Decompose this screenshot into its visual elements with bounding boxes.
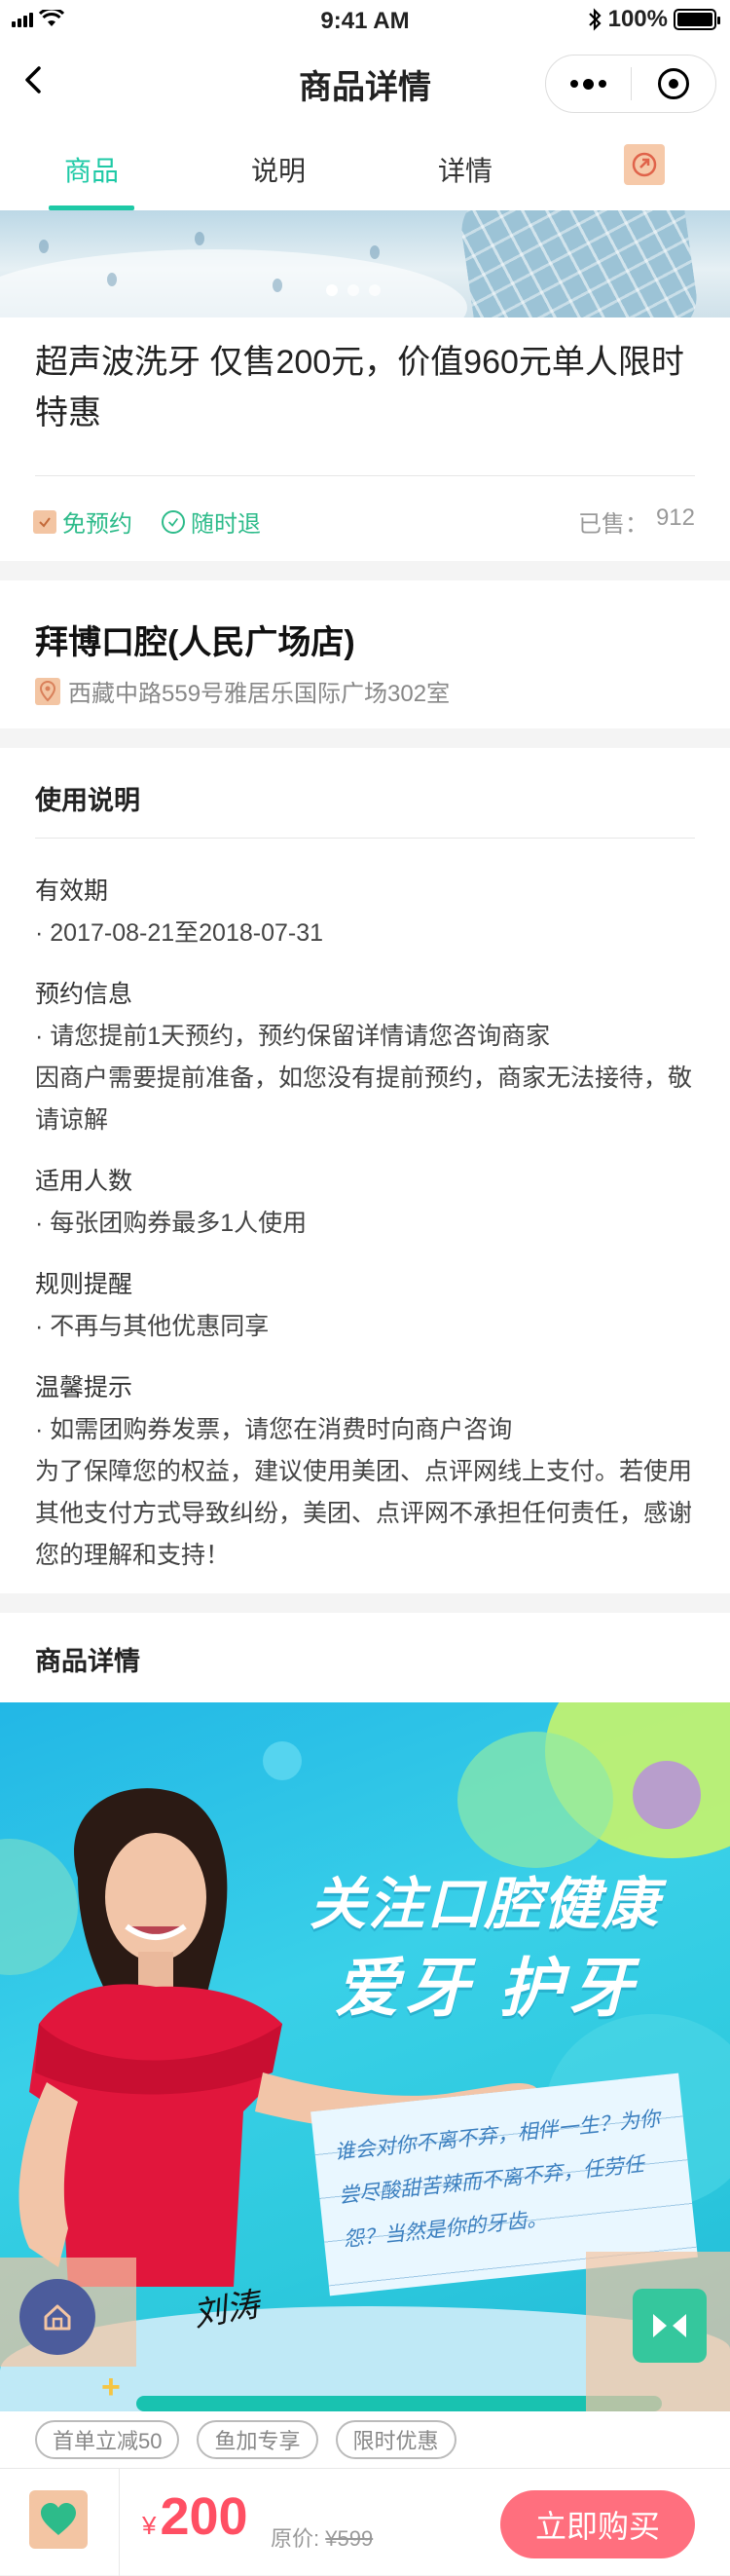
product-banner-image[interactable] xyxy=(0,210,730,317)
sold-label: 已售： xyxy=(577,511,648,538)
banner-dot[interactable] xyxy=(347,284,359,296)
poster-note-text: 谁会对你不离不弃，相伴一生？为你尝尽酸甜苦辣而不离不弃，任劳任怨？当然是你的牙齿… xyxy=(333,2106,662,2252)
usage-item: 适用人数 · 每张团购券最多1人使用 xyxy=(35,1161,697,1245)
buy-now-button[interactable]: 立即购买 xyxy=(500,2490,695,2558)
battery-icon xyxy=(674,9,720,30)
banner-dot[interactable] xyxy=(369,284,381,296)
home-button[interactable] xyxy=(19,2279,95,2355)
status-bar: 9:41 AM 100% xyxy=(0,0,730,39)
nav-bar: 商品详情 xyxy=(0,39,730,125)
tab-bar: 商品 说明 详情 xyxy=(0,125,730,210)
store-info[interactable]: 拜博口腔(人民广场店) 西藏中路559号雅居乐国际广场302室 xyxy=(0,580,730,728)
usage-instructions: 使用说明 有效期 · 2017-08-21至2018-07-31 预约信息 · … xyxy=(0,748,730,1593)
bottom-action-bar: ¥ 200 原价: ¥599 立即购买 xyxy=(0,2468,730,2576)
share-icon[interactable] xyxy=(624,144,665,185)
more-icon[interactable] xyxy=(546,78,631,90)
heart-icon xyxy=(41,2503,76,2535)
store-name: 拜博口腔(人民广场店) xyxy=(35,624,355,661)
usage-line: 为了保障您的权益，建议使用美团、点评网线上支付。若使用其他支付方式导致纠纷，美团… xyxy=(35,1458,693,1569)
product-title: 超声波洗牙 仅售200元，价值960元单人限时特惠 xyxy=(35,344,684,431)
divider xyxy=(35,838,695,839)
section-title: 使用说明 xyxy=(35,786,140,815)
sold-count: 已售： 912 xyxy=(578,504,695,539)
coupon-chip[interactable]: 限时优惠 xyxy=(335,2420,456,2459)
tag-label: 随时退 xyxy=(191,511,261,538)
tag-refund-anytime: 随时退 xyxy=(162,504,261,539)
original-price-value: ¥599 xyxy=(325,2526,374,2551)
address-text: 西藏中路559号雅居乐国际广场302室 xyxy=(68,681,451,707)
usage-line: · 请您提前1天预约，预约保留详情请您咨询商家 xyxy=(35,1023,551,1050)
home-icon xyxy=(44,2304,71,2331)
usage-heading: 预约信息 xyxy=(35,981,133,1008)
message-button[interactable] xyxy=(633,2289,707,2363)
usage-line: · 不再与其他优惠同享 xyxy=(35,1313,270,1340)
coupon-chip[interactable]: 首单立减50 xyxy=(35,2420,180,2459)
check-square-icon xyxy=(33,509,56,534)
original-price: 原价: ¥599 xyxy=(271,2521,373,2553)
banner-dot[interactable] xyxy=(326,284,338,296)
usage-line: 因商户需要提前准备，如您没有提前预约，商家无法接待，敬请谅解 xyxy=(35,1064,693,1134)
promo-strip xyxy=(136,2396,662,2411)
product-tags: 免预约 随时退 xyxy=(33,504,261,539)
usage-item: 预约信息 · 请您提前1天预约，预约保留详情请您咨询商家 因商户需要提前准备，如… xyxy=(35,974,697,1141)
coupon-list: 首单立减50 鱼加专享 限时优惠 xyxy=(0,2411,730,2468)
poster-subheadline: 爱牙 护牙 xyxy=(335,1952,639,2024)
original-price-label: 原价: xyxy=(271,2526,320,2551)
current-price: ¥ 200 xyxy=(142,2486,248,2547)
usage-item: 温馨提示 · 如需团购券发票，请您在消费时向商户咨询 为了保障您的权益，建议使用… xyxy=(35,1367,697,1577)
favorite-button[interactable] xyxy=(29,2490,88,2549)
usage-heading: 规则提醒 xyxy=(35,1271,133,1298)
close-miniprogram-icon[interactable] xyxy=(632,68,716,99)
usage-heading: 适用人数 xyxy=(35,1168,133,1195)
usage-item: 有效期 · 2017-08-21至2018-07-31 xyxy=(35,871,697,954)
currency-symbol: ¥ xyxy=(142,2511,157,2540)
tab-goods[interactable]: 商品 xyxy=(64,150,119,189)
section-title: 商品详情 xyxy=(35,1647,140,1676)
usage-line: · 每张团购券最多1人使用 xyxy=(35,1210,308,1237)
usage-heading: 温馨提示 xyxy=(35,1374,133,1401)
poster-headline: 关注口腔健康 xyxy=(310,1873,661,1936)
usage-line: · 2017-08-21至2018-07-31 xyxy=(35,919,324,947)
usage-heading: 有效期 xyxy=(35,877,109,905)
store-address[interactable]: 西藏中路559号雅居乐国际广场302室 xyxy=(35,674,450,708)
coupon-chip[interactable]: 鱼加专享 xyxy=(197,2420,318,2459)
tab-details[interactable]: 详情 xyxy=(438,150,493,189)
sold-value: 912 xyxy=(655,504,695,531)
usage-line: · 如需团购券发票，请您在消费时向商户咨询 xyxy=(35,1416,513,1443)
bluetooth-icon xyxy=(588,8,602,31)
mini-program-capsule xyxy=(545,55,716,113)
usage-item: 规则提醒 · 不再与其他优惠同享 xyxy=(35,1264,697,1348)
tag-label: 免预约 xyxy=(62,511,132,538)
status-right: 100% xyxy=(587,6,720,33)
check-circle-icon xyxy=(162,509,185,534)
detail-section-header: 商品详情 xyxy=(0,1613,730,1702)
product-summary: 超声波洗牙 仅售200元，价值960元单人限时特惠 免预约 随时退 已售： 91… xyxy=(0,317,730,561)
usage-list: 有效期 · 2017-08-21至2018-07-31 预约信息 · 请您提前1… xyxy=(35,871,697,1596)
divider xyxy=(119,2469,120,2576)
banner-pagination xyxy=(326,284,381,296)
tab-instructions[interactable]: 说明 xyxy=(251,150,306,189)
price-value: 200 xyxy=(160,2487,248,2546)
plus-icon: + xyxy=(101,2369,121,2406)
location-pin-icon xyxy=(35,677,60,705)
message-icon xyxy=(653,2314,686,2337)
battery-percent: 100% xyxy=(607,6,668,32)
tag-no-reservation: 免预约 xyxy=(33,504,132,539)
divider xyxy=(35,475,695,476)
